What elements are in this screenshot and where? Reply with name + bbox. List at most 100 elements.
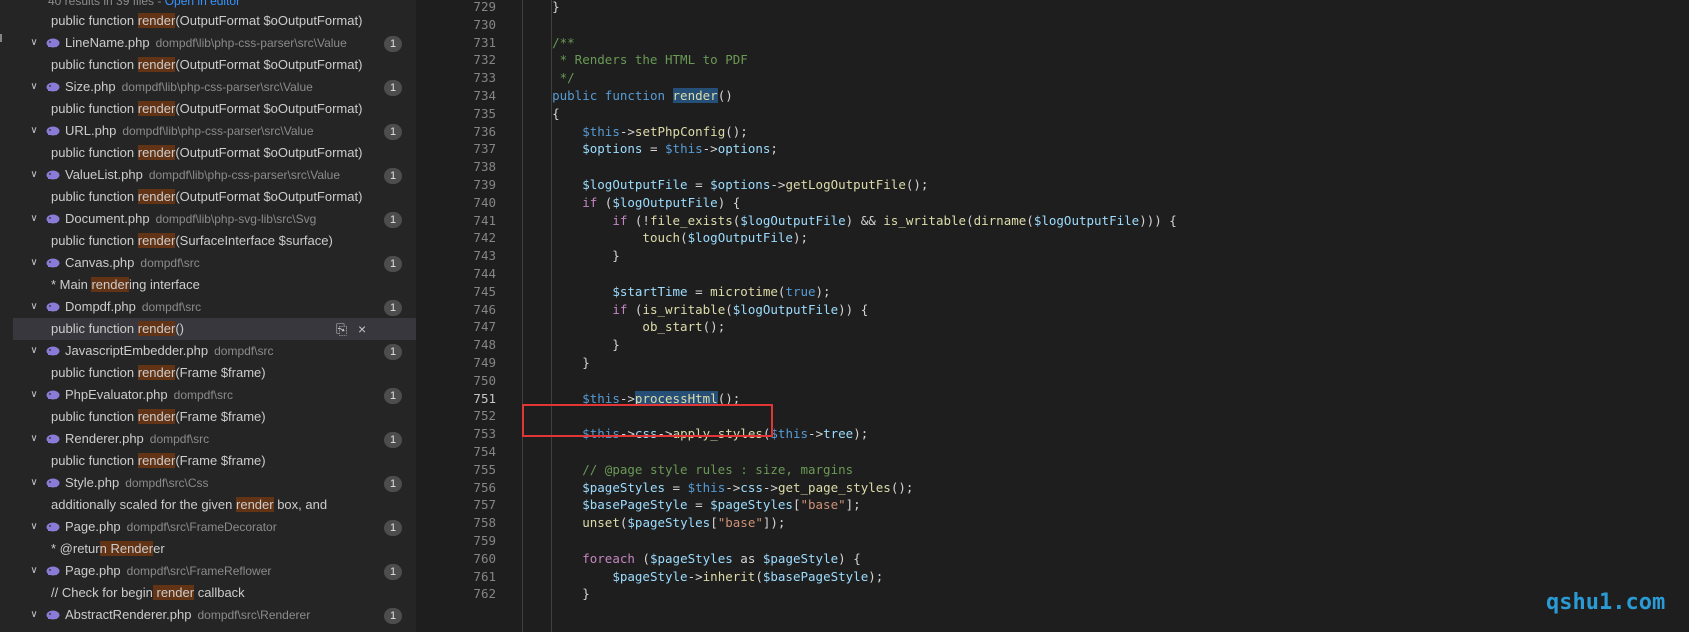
search-file-item[interactable]: ∨ Document.php dompdf\lib\php-svg-lib\src\… bbox=[13, 208, 416, 230]
file-name: AbstractRenderer.php bbox=[65, 607, 192, 622]
code-line[interactable]: 742 touch($logOutputFile); bbox=[416, 228, 1689, 247]
search-match-item[interactable]: public function render(SurfaceInterface … bbox=[13, 230, 416, 252]
code-line[interactable]: 745 $startTime = microtime(true); bbox=[416, 282, 1689, 301]
code-line[interactable]: 758 unset($pageStyles["base"]); bbox=[416, 513, 1689, 532]
code-token: ) && bbox=[845, 212, 884, 228]
search-summary: 40 results in 39 files - Open in editor bbox=[48, 0, 240, 8]
search-file-item[interactable]: ∨ PhpEvaluator.php dompdf\src 1 bbox=[13, 384, 416, 406]
search-file-item[interactable]: ∨ Page.php dompdf\src\FrameReflower 1 bbox=[13, 560, 416, 582]
code-line[interactable]: 741 if (!file_exists($logOutputFile) && … bbox=[416, 211, 1689, 230]
code-token: $options bbox=[582, 141, 643, 157]
chevron-down-icon[interactable]: ∨ bbox=[29, 32, 39, 54]
chevron-down-icon[interactable]: ∨ bbox=[29, 252, 39, 274]
search-match-item[interactable]: public function render(Frame $frame) bbox=[13, 406, 416, 428]
chevron-down-icon[interactable]: ∨ bbox=[29, 208, 39, 230]
search-match-item[interactable]: public function render(OutputFormat $oOu… bbox=[13, 54, 416, 76]
match-highlight: render bbox=[137, 233, 176, 248]
code-line[interactable]: 744 bbox=[416, 264, 1689, 283]
code-text: if (!file_exists($logOutputFile) && is_w… bbox=[522, 211, 1177, 230]
code-line[interactable]: 754 bbox=[416, 442, 1689, 461]
match-text: * @return Renderer bbox=[51, 538, 165, 560]
code-line[interactable]: 738 bbox=[416, 157, 1689, 176]
chevron-down-icon[interactable]: ∨ bbox=[29, 120, 39, 142]
code-line[interactable]: 739 $logOutputFile = $options->getLogOut… bbox=[416, 175, 1689, 194]
chevron-down-icon[interactable]: ∨ bbox=[29, 604, 39, 626]
search-file-item[interactable]: ∨ Canvas.php dompdf\src 1 bbox=[13, 252, 416, 274]
open-in-editor-link[interactable]: Open in editor bbox=[165, 0, 240, 8]
code-line[interactable]: 759 bbox=[416, 531, 1689, 550]
code-line[interactable]: 733 */ bbox=[416, 68, 1689, 87]
php-file-icon bbox=[46, 82, 60, 92]
code-line[interactable]: 762 } bbox=[416, 584, 1689, 603]
match-text: public function render(Frame $frame) bbox=[51, 406, 266, 428]
close-icon[interactable]: × bbox=[358, 318, 366, 340]
code-line[interactable]: 740 if ($logOutputFile) { bbox=[416, 193, 1689, 212]
code-line[interactable]: 757 $basePageStyle = $pageStyles["base"]… bbox=[416, 495, 1689, 514]
search-match-item[interactable]: public function render(OutputFormat $oOu… bbox=[13, 98, 416, 120]
chevron-down-icon[interactable]: ∨ bbox=[29, 76, 39, 98]
search-file-item[interactable]: ∨ ValueList.php dompdf\lib\php-css-parser\… bbox=[13, 164, 416, 186]
code-line[interactable]: 755 // @page style rules : size, margins bbox=[416, 460, 1689, 479]
code-line[interactable]: 747 ob_start(); bbox=[416, 317, 1689, 336]
search-file-item[interactable]: ∨ AbstractRenderer.php dompdf\src\Renderer… bbox=[13, 604, 416, 626]
chevron-down-icon[interactable]: ∨ bbox=[29, 428, 39, 450]
line-number: 755 bbox=[473, 461, 496, 477]
file-label: Document.php dompdf\lib\php-svg-lib\src\S… bbox=[65, 208, 316, 230]
code-line[interactable]: 756 $pageStyles = $this->css->get_page_s… bbox=[416, 478, 1689, 497]
code-line[interactable]: 730 bbox=[416, 15, 1689, 34]
search-file-item[interactable]: ∨ JavascriptEmbedder.php dompdf\src 1 bbox=[13, 340, 416, 362]
search-file-item[interactable]: ∨ Page.php dompdf\src\FrameDecorator 1 bbox=[13, 516, 416, 538]
code-line[interactable]: 760 foreach ($pageStyles as $pageStyle) … bbox=[416, 549, 1689, 568]
code-line[interactable]: 743 } bbox=[416, 246, 1689, 265]
code-line[interactable]: 729 } bbox=[416, 0, 1689, 16]
search-match-item[interactable]: public function render(Frame $frame) bbox=[13, 362, 416, 384]
code-line[interactable]: 731 /** bbox=[416, 33, 1689, 52]
code-token: ( bbox=[597, 194, 613, 210]
chevron-down-icon[interactable]: ∨ bbox=[29, 472, 39, 494]
search-match-item[interactable]: public function render(Frame $frame) bbox=[13, 450, 416, 472]
chevron-down-icon[interactable]: ∨ bbox=[29, 560, 39, 582]
search-match-item[interactable]: public function render(OutputFormat $oOu… bbox=[13, 186, 416, 208]
code-token: $logOutputFile bbox=[1033, 212, 1140, 228]
line-number: 735 bbox=[473, 105, 496, 121]
search-match-item[interactable]: // Check for begin render callback bbox=[13, 582, 416, 604]
file-name: JavascriptEmbedder.php bbox=[65, 343, 209, 358]
chevron-down-icon[interactable]: ∨ bbox=[29, 516, 39, 538]
code-line[interactable]: 735 { bbox=[416, 104, 1689, 123]
chevron-down-icon[interactable]: ∨ bbox=[29, 384, 39, 406]
search-file-item[interactable]: ∨ Dompdf.php dompdf\src 1 bbox=[13, 296, 416, 318]
replace-icon[interactable]: ⎘ bbox=[336, 318, 347, 340]
code-token: (); bbox=[905, 177, 929, 192]
code-line[interactable]: 736 $this->setPhpConfig(); bbox=[416, 122, 1689, 141]
watermark: qshu1.com bbox=[1546, 590, 1666, 615]
search-match-item[interactable]: public function render(OutputFormat $oOu… bbox=[13, 10, 416, 32]
search-file-item[interactable]: ∨ URL.php dompdf\lib\php-css-parser\src\Va… bbox=[13, 120, 416, 142]
search-match-item[interactable]: public function render() ⎘ × bbox=[13, 318, 416, 340]
code-line[interactable]: 749 } bbox=[416, 353, 1689, 372]
file-path: dompdf\src bbox=[214, 344, 274, 358]
file-name: LineName.php bbox=[65, 35, 150, 50]
code-editor[interactable]: 729 } 730 731 /** 732 * Renders the HTML to… bbox=[416, 0, 1689, 632]
search-file-item[interactable]: ∨ LineName.php dompdf\lib\php-css-parser\s… bbox=[13, 32, 416, 54]
match-text: public function render(Frame $frame) bbox=[51, 362, 266, 384]
chevron-down-icon[interactable]: ∨ bbox=[29, 164, 39, 186]
match-count-badge: 1 bbox=[384, 388, 402, 404]
search-match-item[interactable]: additionally scaled for the given render… bbox=[13, 494, 416, 516]
code-line[interactable]: 750 bbox=[416, 371, 1689, 390]
code-line[interactable]: 761 $pageStyle->inherit($basePageStyle); bbox=[416, 567, 1689, 586]
search-match-item[interactable]: * Main rendering interface bbox=[13, 274, 416, 296]
match-highlight: render bbox=[236, 497, 274, 512]
code-line[interactable]: 748 } bbox=[416, 335, 1689, 354]
code-line[interactable]: 737 $options = $this->options; bbox=[416, 139, 1689, 158]
match-count-badge: 1 bbox=[384, 124, 402, 140]
chevron-down-icon[interactable]: ∨ bbox=[29, 296, 39, 318]
code-line[interactable]: 734 public function render() bbox=[416, 86, 1689, 105]
chevron-down-icon[interactable]: ∨ bbox=[29, 340, 39, 362]
search-file-item[interactable]: ∨ Style.php dompdf\src\Css 1 bbox=[13, 472, 416, 494]
search-match-item[interactable]: public function render(OutputFormat $oOu… bbox=[13, 142, 416, 164]
code-line[interactable]: 732 * Renders the HTML to PDF bbox=[416, 50, 1689, 69]
search-file-item[interactable]: ∨ Size.php dompdf\lib\php-css-parser\src\V… bbox=[13, 76, 416, 98]
search-match-item[interactable]: * @return Renderer bbox=[13, 538, 416, 560]
code-line[interactable]: 746 if (is_writable($logOutputFile)) { bbox=[416, 300, 1689, 319]
search-file-item[interactable]: ∨ Renderer.php dompdf\src 1 bbox=[13, 428, 416, 450]
